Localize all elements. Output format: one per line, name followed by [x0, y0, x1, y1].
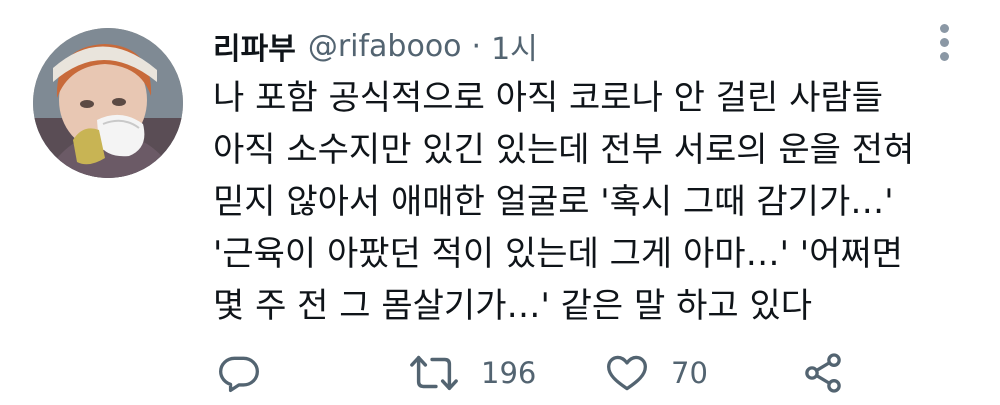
display-name[interactable]: 리파부: [213, 24, 296, 68]
tweet-text-line: 나 포함 공식적으로 아직 코로나 안 걸린 사람들: [213, 78, 883, 118]
separator-dot: ·: [471, 28, 482, 64]
timestamp[interactable]: 1시: [491, 24, 538, 68]
reply-button[interactable]: [217, 348, 261, 398]
tweet-text-line: 믿지 않아서 애매한 얼굴로 '혹시 그때 감기가…': [213, 182, 894, 222]
heart-icon: [607, 355, 647, 391]
tweet-text-line: '근육이 아팠던 적이 있는데 그게 아마…' '어쩌면: [213, 234, 903, 274]
like-count: 70: [671, 356, 708, 390]
tweet-text: 나 포함 공식적으로 아직 코로나 안 걸린 사람들 아직 소수지만 있긴 있는…: [213, 72, 983, 332]
user-handle[interactable]: @rifabooo: [308, 29, 462, 64]
retweet-button[interactable]: 196: [409, 348, 536, 398]
like-button[interactable]: 70: [605, 348, 708, 398]
share-button[interactable]: [801, 348, 845, 398]
tweet-text-line: 아직 소수지만 있긴 있는데 전부 서로의 운을 전혀: [213, 130, 915, 170]
reply-icon: [219, 356, 259, 393]
avatar-image: [33, 28, 183, 178]
tweet-text-line: 몇 주 전 그 몸살기가…' 같은 말 하고 있다: [213, 286, 813, 326]
more-options-dot: [940, 38, 949, 47]
share-icon: [805, 353, 841, 393]
more-options-button[interactable]: [934, 22, 956, 62]
action-bar: 196 70: [213, 348, 973, 398]
retweet-icon: [410, 355, 458, 391]
avatar[interactable]: [33, 28, 183, 178]
tweet-header: 리파부 @rifabooo · 1시: [213, 24, 538, 68]
retweet-count: 196: [481, 356, 537, 390]
more-options-dot: [940, 52, 949, 61]
tweet: 리파부 @rifabooo · 1시 나 포함 공식적으로 아직 코로나 안 걸…: [0, 0, 1000, 405]
more-options-icon: [940, 24, 949, 33]
